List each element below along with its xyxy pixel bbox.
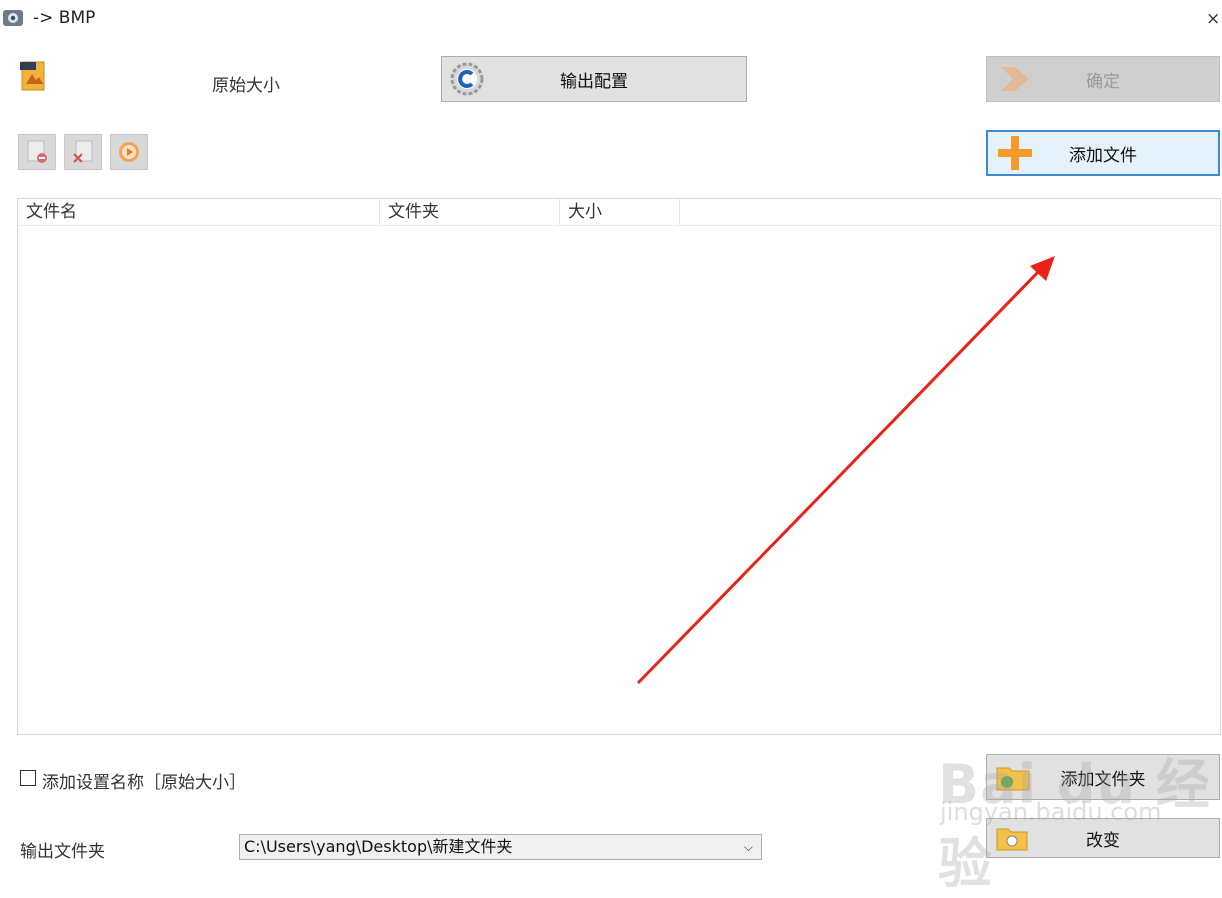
output-folder-select[interactable]: C:\Users\yang\Desktop\新建文件夹 ⌵ [239, 834, 762, 860]
output-folder-path: C:\Users\yang\Desktop\新建文件夹 [244, 837, 513, 856]
add-setting-name-checkbox[interactable] [20, 770, 36, 786]
output-folder-label: 输出文件夹 [20, 842, 105, 862]
chevron-down-icon: ⌵ [743, 840, 753, 854]
add-setting-name-label[interactable]: 添加设置名称［原始大小］ [42, 768, 246, 793]
annotation-arrow [636, 256, 1055, 685]
watermark-url: jingyan.baidu.com [940, 798, 1162, 826]
